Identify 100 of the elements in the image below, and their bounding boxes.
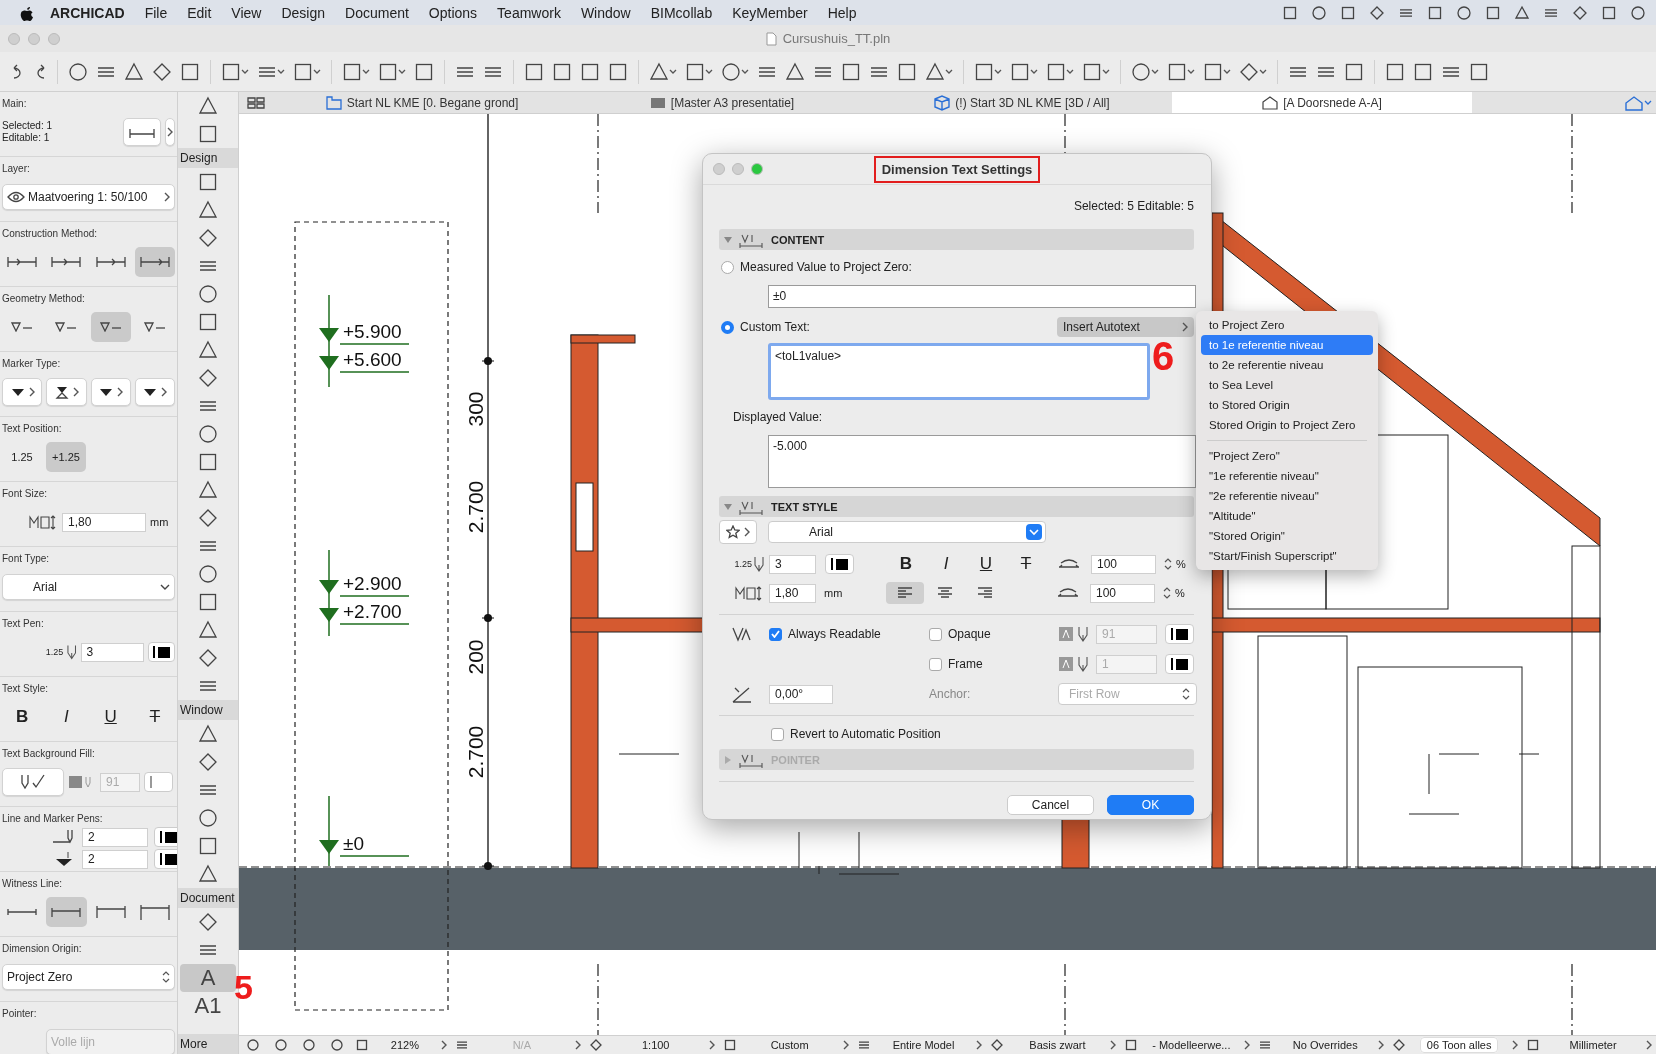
text-style-button[interactable]: T [1011, 552, 1041, 576]
custom-text-field[interactable]: <toL1value> [768, 343, 1150, 400]
pen-number-field[interactable]: 2 [82, 849, 148, 869]
status-popup[interactable]: 212% [350, 1036, 451, 1054]
status-popup[interactable]: Custom [718, 1036, 853, 1054]
text-position-option[interactable]: +1.25 [46, 442, 86, 472]
menu-item[interactable]: "Altitude" [1201, 506, 1373, 526]
cancel-button[interactable]: Cancel [1007, 795, 1094, 815]
option-button[interactable] [46, 897, 87, 927]
menu-item[interactable]: to 1e referentie niveau [1201, 335, 1373, 355]
view-tab[interactable]: Start NL KME [0. Begane grond] [272, 92, 572, 113]
menu-item[interactable]: to 2e referentie niveau [1201, 355, 1373, 375]
tool-group-header: Document [178, 888, 238, 908]
menu-item[interactable]: BIMcollab [640, 4, 723, 21]
section-header[interactable]: CONTENT [719, 229, 1194, 250]
dimension-origin-select[interactable]: Project Zero [2, 964, 175, 990]
pen-color-button[interactable] [825, 554, 854, 574]
checkbox[interactable] [769, 627, 782, 641]
triangle-icon [785, 61, 805, 82]
status-popup[interactable]: Millimeter [1522, 1036, 1656, 1054]
menu-item[interactable]: Help [817, 4, 867, 21]
pen-color-button[interactable] [144, 772, 173, 792]
menu-item[interactable]: Edit [177, 4, 222, 21]
radio-button[interactable] [721, 320, 734, 334]
font-type-select[interactable]: Arial [2, 574, 175, 600]
status-popup[interactable]: - Modelleerwe... [1120, 1036, 1255, 1054]
tool-button[interactable]: A1 [180, 992, 236, 1020]
text-style-button[interactable]: B [2, 702, 43, 732]
text-position-option[interactable]: 1.25 [2, 442, 42, 472]
menu-item[interactable]: File [134, 4, 178, 21]
fill-toggle-button[interactable] [2, 768, 64, 796]
percent-field[interactable]: 100 [1090, 583, 1155, 603]
view-tab[interactable]: (!) Start 3D NL KME [3D / All] [872, 92, 1172, 113]
pen-number-field[interactable]: 3 [769, 554, 816, 574]
pen-number-field[interactable]: 3 [80, 642, 144, 662]
marker-type-button[interactable] [2, 378, 43, 406]
section-header[interactable]: TEXT STYLE [719, 496, 1194, 517]
checkbox[interactable] [929, 657, 942, 671]
menu-item[interactable]: Design [271, 4, 336, 21]
view-tab[interactable]: [Master A3 presentatie] [572, 92, 872, 113]
font-select[interactable]: Arial [768, 521, 1046, 543]
text-style-button[interactable]: B [891, 552, 921, 576]
menu-item[interactable]: "Stored Origin" [1201, 526, 1373, 546]
radio-button[interactable] [721, 260, 734, 274]
favorites-button[interactable] [719, 520, 757, 544]
text-style-button[interactable]: T [134, 702, 175, 732]
pen-color-button[interactable] [147, 642, 175, 662]
angle-field[interactable]: 0,00° [769, 684, 833, 704]
font-size-field[interactable]: 1,80 [62, 512, 146, 532]
menu-item[interactable]: Options [418, 4, 488, 21]
marker-type-button[interactable] [46, 378, 87, 406]
square-icon [1203, 61, 1223, 82]
chevron-down-icon [1026, 524, 1042, 540]
menu-item[interactable]: Stored Origin to Project Zero [1201, 415, 1373, 435]
layer-dropdown[interactable]: Maatvoering 1: 50/100 [2, 184, 175, 210]
dimension-tool-button[interactable] [123, 118, 161, 146]
menu-item[interactable]: "1e referentie niveau" [1201, 466, 1373, 486]
percent-field[interactable]: 100 [1091, 554, 1156, 574]
menu-item[interactable]: to Stored Origin [1201, 395, 1373, 415]
menu-item[interactable]: "Project Zero" [1201, 446, 1373, 466]
marker-type-button[interactable] [134, 378, 175, 406]
status-popup[interactable]: 1:100 [584, 1036, 719, 1054]
ok-button[interactable]: OK [1107, 795, 1194, 815]
pen-color-button[interactable] [1165, 654, 1194, 674]
pen-number-field[interactable]: 2 [82, 827, 148, 847]
marker-type-button[interactable] [90, 378, 131, 406]
dimension-line-icon [7, 256, 38, 268]
menu-item[interactable]: to Project Zero [1201, 315, 1373, 335]
menu-item[interactable]: Document [335, 4, 419, 21]
checkbox[interactable] [929, 627, 942, 641]
menu-item[interactable]: "Start/Finish Superscript" [1201, 546, 1373, 566]
text-style-button[interactable]: U [90, 702, 131, 732]
level-label: +5.600 [343, 349, 402, 370]
menu-item[interactable]: Window [570, 4, 641, 21]
status-popup[interactable]: No Overrides [1254, 1036, 1389, 1054]
status-popup[interactable]: Entire Model [852, 1036, 987, 1054]
square-icon [198, 836, 218, 856]
text-size-field[interactable]: 1,80 [769, 583, 816, 603]
pen-color-button[interactable] [154, 849, 177, 869]
tool-button[interactable]: A [180, 964, 236, 992]
pen-color-button[interactable] [154, 827, 177, 847]
text-style-button[interactable]: I [46, 702, 87, 732]
menu-item[interactable]: KeyMember [722, 4, 818, 21]
more-button[interactable]: More [178, 1034, 238, 1054]
insert-autotext-button[interactable]: Insert Autotext [1057, 317, 1194, 337]
pen-color-button[interactable] [1165, 624, 1194, 644]
menu-item[interactable]: "2e referentie niveau" [1201, 486, 1373, 506]
app-name[interactable]: ARCHICAD [50, 4, 125, 21]
text-style-button[interactable]: U [971, 552, 1001, 576]
status-popup[interactable]: Basis zwart [986, 1036, 1121, 1054]
menu-item[interactable]: to Sea Level [1201, 375, 1373, 395]
text-style-button[interactable]: I [931, 552, 961, 576]
menu-item[interactable]: Teamwork [487, 4, 571, 21]
checkbox[interactable] [771, 727, 784, 741]
menu-item[interactable]: View [221, 4, 272, 21]
chevron-button[interactable] [165, 118, 175, 146]
align-button[interactable] [886, 582, 924, 604]
view-tab[interactable]: [A Doorsnede A-A] [1172, 92, 1472, 113]
option-button[interactable] [134, 247, 175, 277]
option-button[interactable] [90, 312, 131, 342]
